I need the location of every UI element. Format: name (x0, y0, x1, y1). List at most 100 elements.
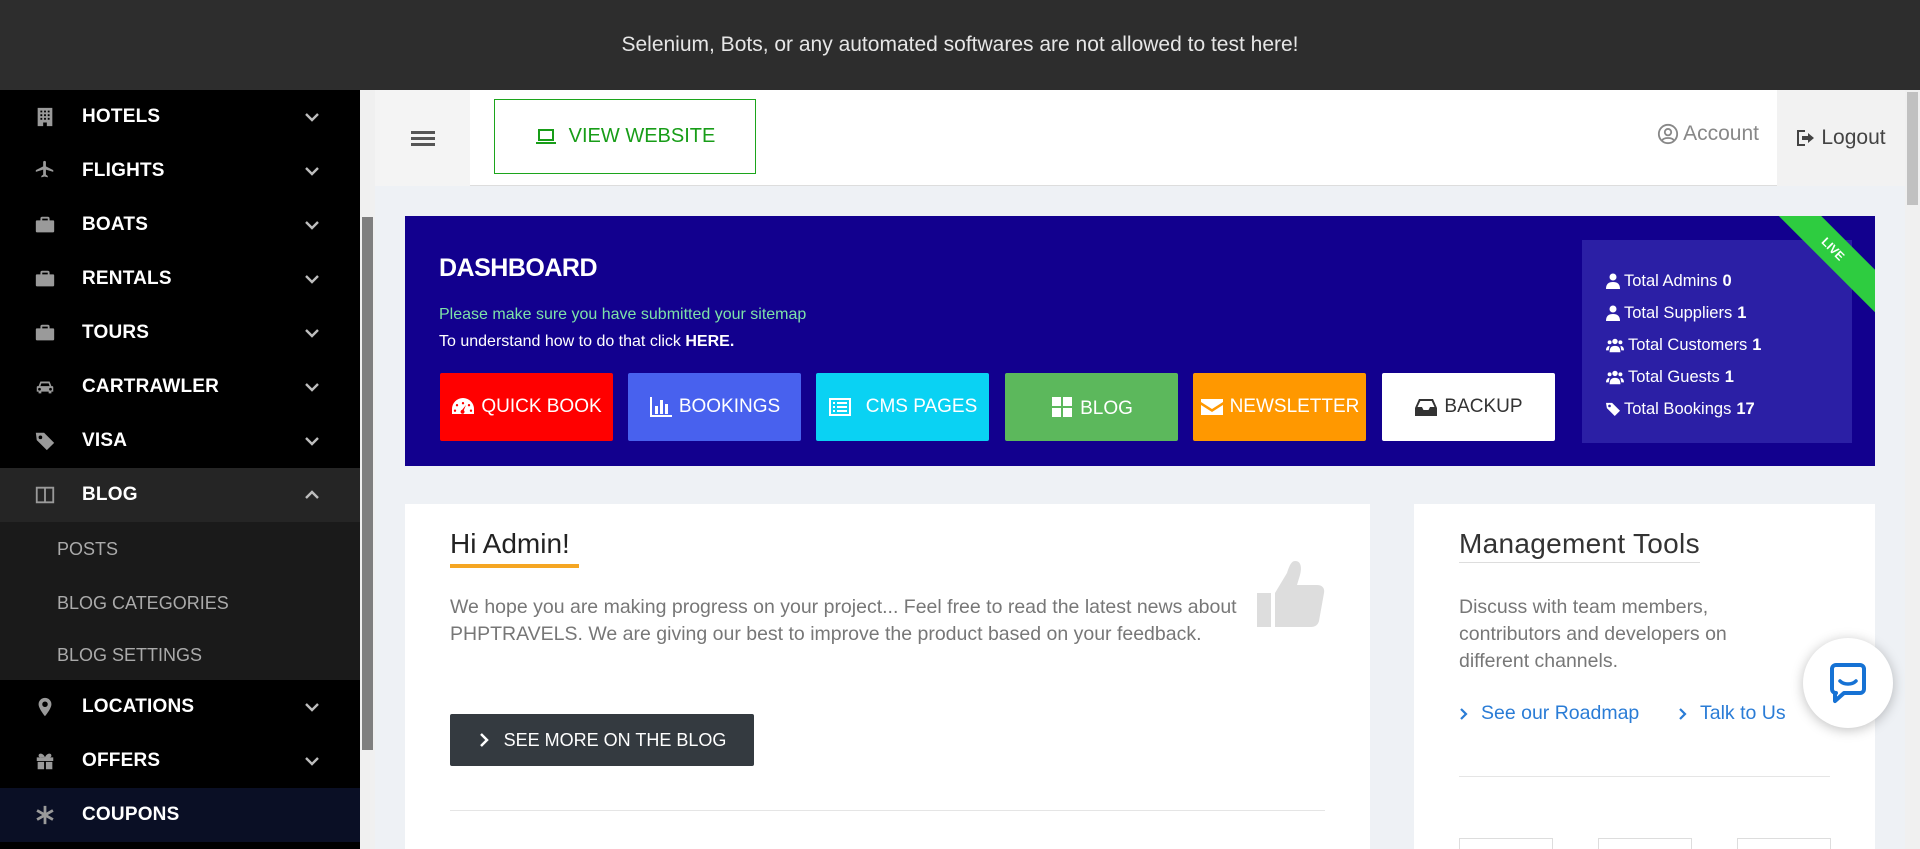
top-header: VIEW WEBSITE Account Logout (375, 90, 1905, 186)
stat-label: Total Guests (1628, 367, 1720, 386)
asterisk-icon (0, 804, 82, 826)
gift-icon (0, 750, 82, 772)
sidebar-item-label: HOTELS (82, 106, 161, 127)
chevron-down-icon (304, 753, 320, 769)
tag-icon (1606, 402, 1620, 416)
stat-total-admins: Total Admins 0 (1606, 265, 1852, 297)
sidebar-item-flights[interactable]: FLIGHTS (0, 144, 360, 198)
sidebar-item-cartrawler[interactable]: CARTRAWLER (0, 360, 360, 414)
plane-icon (0, 160, 82, 182)
newsletter-button[interactable]: NEWSLETTER (1193, 373, 1366, 441)
columns-icon (0, 484, 82, 506)
sidebar-item-label: RENTALS (82, 268, 172, 289)
logout-button[interactable]: Logout (1777, 90, 1905, 186)
dashboard-gauge-icon (452, 398, 475, 414)
logout-label: Logout (1821, 126, 1886, 149)
inbox-icon (1415, 399, 1438, 416)
sidebar-item-offers[interactable]: OFFERS (0, 734, 360, 788)
sidebar-item-tours[interactable]: TOURS (0, 306, 360, 360)
quick-book-label: QUICK BOOK (481, 396, 602, 417)
bar-chart-icon (649, 397, 672, 417)
sidebar-item-label: CARTRAWLER (82, 376, 220, 397)
sidebar-subitem-posts[interactable]: POSTS (0, 522, 360, 576)
page-scrollbar[interactable] (1905, 90, 1920, 849)
talk-to-us-link[interactable]: Talk to Us (1678, 702, 1786, 725)
building-icon (0, 106, 82, 128)
car-icon (0, 376, 82, 398)
sidebar-subitem-blog-settings[interactable]: BLOG SETTINGS (0, 630, 360, 680)
roadmap-link[interactable]: See our Roadmap (1459, 702, 1639, 725)
welcome-text: We hope you are making progress on your … (450, 596, 1237, 645)
chevron-right-icon (479, 733, 489, 747)
map-pin-icon (0, 696, 82, 718)
blog-label: BLOG (1080, 398, 1133, 419)
stat-label: Total Admins (1624, 271, 1718, 290)
briefcase-icon (0, 214, 82, 236)
chat-widget-button[interactable] (1803, 638, 1893, 728)
sidebar: HOTELS FLIGHTS BOATS RENTALS TOURS CARTR (0, 90, 360, 849)
user-icon (1606, 273, 1620, 289)
stat-label: Total Customers (1628, 335, 1748, 354)
th-large-icon (1052, 397, 1073, 417)
bookings-button[interactable]: BOOKINGS (628, 373, 801, 441)
roadmap-label: See our Roadmap (1481, 702, 1640, 724)
chevron-down-icon (304, 325, 320, 341)
sidebar-item-label: FLIGHTS (82, 160, 165, 181)
user-icon (1606, 305, 1620, 321)
thumbs-up-icon (1255, 559, 1327, 631)
sidebar-subitem-blog-categories[interactable]: BLOG CATEGORIES (0, 576, 360, 630)
users-icon (1606, 338, 1624, 353)
cms-pages-button[interactable]: CMS PAGES (816, 373, 989, 441)
chevron-down-icon (304, 379, 320, 395)
sidebar-item-rentals[interactable]: RENTALS (0, 252, 360, 306)
backup-button[interactable]: BACKUP (1382, 373, 1555, 441)
stat-total-guests: Total Guests 1 (1606, 361, 1852, 393)
sidebar-item-boats[interactable]: BOATS (0, 198, 360, 252)
sidebar-item-locations[interactable]: LOCATIONS (0, 680, 360, 734)
stat-value: 1 (1752, 335, 1762, 354)
menu-toggle-button[interactable] (375, 90, 470, 186)
sidebar-scrollbar-thumb[interactable] (362, 217, 373, 750)
stat-label: Total Bookings (1624, 399, 1732, 418)
briefcase-icon (0, 268, 82, 290)
sidebar-item-label: LOCATIONS (82, 696, 195, 717)
cms-pages-label: CMS PAGES (865, 396, 978, 417)
tool-tile[interactable] (1459, 838, 1553, 849)
chevron-down-icon (304, 699, 320, 715)
title-underline (450, 564, 579, 568)
sidebar-item-hotels[interactable]: HOTELS (0, 90, 360, 144)
chevron-down-icon (304, 217, 320, 233)
sidebar-item-visa[interactable]: VISA (0, 414, 360, 468)
chevron-right-icon (1679, 707, 1687, 720)
here-link[interactable]: HERE. (685, 333, 734, 350)
account-label: Account (1683, 122, 1759, 145)
tool-tile[interactable] (1737, 838, 1831, 849)
stat-value: 1 (1724, 367, 1734, 386)
divider (450, 810, 1325, 811)
stat-value: 17 (1736, 399, 1755, 418)
sidebar-item-label: BLOG (82, 484, 138, 505)
sidebar-item-blog[interactable]: BLOG (0, 468, 360, 522)
view-website-button[interactable]: VIEW WEBSITE (494, 99, 756, 174)
chevron-right-icon (1460, 707, 1468, 720)
automation-warning-banner: Selenium, Bots, or any automated softwar… (0, 0, 1920, 90)
welcome-title: Hi Admin! (450, 528, 570, 559)
stat-value: 0 (1722, 271, 1732, 290)
page-scrollbar-thumb[interactable] (1907, 92, 1918, 205)
see-more-blog-button[interactable]: SEE MORE ON THE BLOG (450, 714, 754, 766)
divider (1459, 776, 1830, 777)
account-link[interactable]: Account (1657, 122, 1759, 146)
dashboard-panel: DASHBOARD Please make sure you have subm… (405, 216, 1875, 466)
sidebar-item-coupons[interactable]: COUPONS (0, 788, 360, 842)
quick-book-button[interactable]: QUICK BOOK (440, 373, 613, 441)
sitemap-howto: To understand how to do that click HERE. (439, 333, 734, 351)
stat-value: 1 (1737, 303, 1747, 322)
sidebar-scrollbar[interactable] (360, 90, 375, 849)
blog-button[interactable]: BLOG (1005, 373, 1178, 441)
chevron-down-icon (304, 433, 320, 449)
sidebar-item-label: BOATS (82, 214, 149, 235)
tool-tile[interactable] (1598, 838, 1692, 849)
bookings-label: BOOKINGS (678, 396, 781, 417)
chat-bubble-icon (1830, 663, 1866, 703)
stats-box: Total Admins 0 Total Suppliers 1 Total Cus… (1582, 240, 1852, 443)
